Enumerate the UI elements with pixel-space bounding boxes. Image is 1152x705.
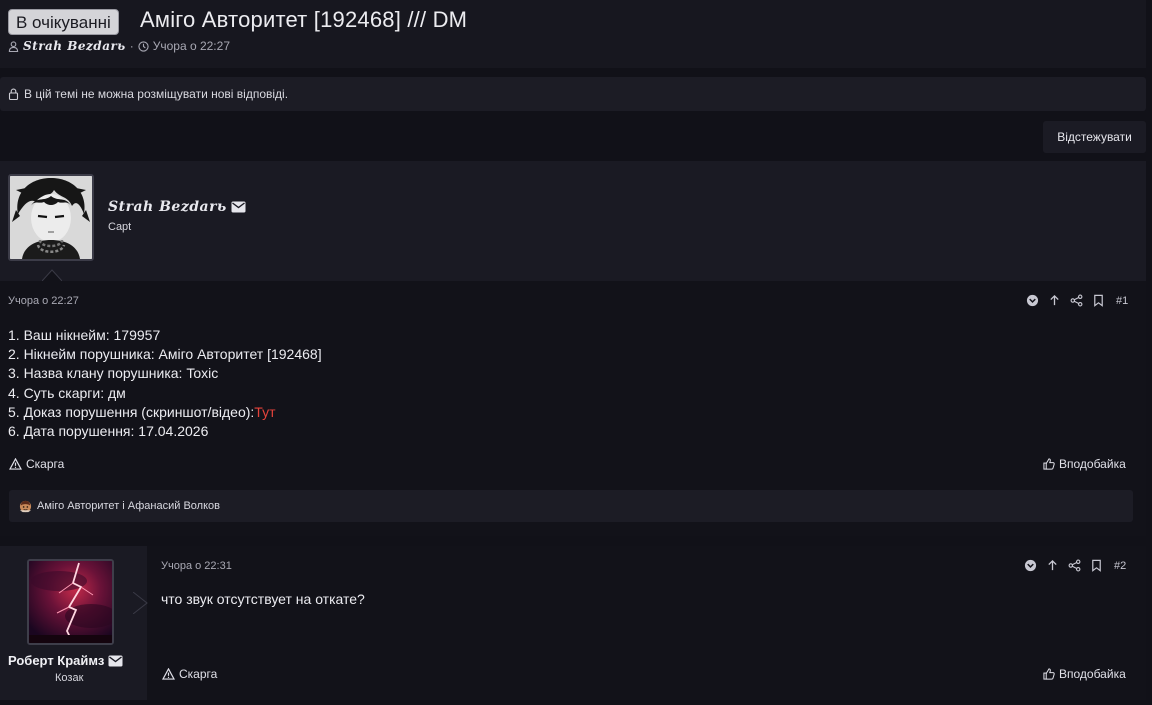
avatar[interactable] <box>27 559 114 645</box>
post-1-line-1: 1. Ваш нікнейм: 179957 <box>8 327 161 343</box>
arrow-up-icon[interactable] <box>1046 559 1059 572</box>
post-2-like-button[interactable]: Вподобайка <box>1043 667 1126 681</box>
thumbs-up-icon <box>1043 668 1055 680</box>
meta-separator: · <box>129 39 134 53</box>
post-1-report-label: Скарга <box>26 457 65 471</box>
post-2-report-label: Скарга <box>179 667 218 681</box>
avatar[interactable] <box>8 174 94 261</box>
envelope-icon[interactable] <box>231 201 246 213</box>
reactions-bar[interactable]: Аміго Авторитет і Афанасий Волков <box>9 490 1133 522</box>
post-2-like-label: Вподобайка <box>1059 667 1126 681</box>
reaction-emoji-icon <box>19 500 32 513</box>
post-1-user-panel <box>0 161 1146 281</box>
post-1-report-button[interactable]: Скарга <box>9 457 64 471</box>
evidence-link[interactable]: Тут <box>254 404 275 420</box>
user-panel-arrow <box>133 592 148 614</box>
post-1-like-button[interactable]: Вподобайка <box>1043 457 1126 471</box>
thread-date-link[interactable]: Учора о 22:27 <box>153 39 230 53</box>
arrow-up-icon[interactable] <box>1048 294 1061 307</box>
thread-author-link[interactable]: Strah Bezdarь <box>23 39 126 53</box>
follow-button[interactable]: Відстежувати <box>1043 121 1146 153</box>
thumbs-up-icon <box>1043 458 1055 470</box>
post-2-username-row: Роберт Краймз <box>8 653 123 668</box>
post-2-content: что звук отсутствует на откате? <box>161 591 365 607</box>
share-icon[interactable] <box>1068 559 1081 572</box>
user-icon <box>8 40 19 52</box>
post-1-like-label: Вподобайка <box>1059 457 1126 471</box>
share-icon[interactable] <box>1070 294 1083 307</box>
locked-notice: В цій темі не можна розміщувати нові від… <box>0 77 1146 111</box>
post-2-user-title: Козак <box>55 672 84 684</box>
post-1-content: 1. Ваш нікнейм: 179957 2. Нікнейм порушн… <box>8 326 322 441</box>
post-1-line-4: 4. Суть скарги: дм <box>8 384 126 401</box>
thread-title: Аміго Авторитет [192468] /// DM <box>140 7 468 32</box>
reactions-text[interactable]: Аміго Авторитет і Афанасий Волков <box>37 500 220 512</box>
post-2-number[interactable]: #2 <box>1114 560 1126 572</box>
warning-icon <box>9 458 22 470</box>
status-prefix-badge[interactable]: В очікуванні <box>8 9 119 35</box>
clock-icon <box>138 40 149 52</box>
bookmark-icon[interactable] <box>1092 294 1105 307</box>
post-1-username[interactable]: Strah Bezdarь <box>108 199 227 215</box>
post-1-user-title: Capt <box>108 221 132 233</box>
post-2-date[interactable]: Учора о 22:31 <box>161 560 232 572</box>
post-1-actions: #1 <box>1026 294 1128 307</box>
bookmark-icon[interactable] <box>1090 559 1103 572</box>
warning-icon <box>162 668 175 680</box>
chevron-down-circle-icon[interactable] <box>1026 294 1039 307</box>
chevron-down-circle-icon[interactable] <box>1024 559 1037 572</box>
post-1-line-3: 3. Назва клану порушника: Toxic <box>8 365 219 382</box>
post-1-line-5: 5. Доказ порушення (скриншот/відео):Тут <box>8 403 322 422</box>
post-1-line-2: 2. Нікнейм порушника: Аміго Авторитет [1… <box>8 346 322 363</box>
post-1-line-5-text: 5. Доказ порушення (скриншот/відео): <box>8 403 255 420</box>
post-2-username[interactable]: Роберт Краймз <box>8 653 104 668</box>
post-2-actions: #2 <box>1024 559 1126 572</box>
post-1-line-6: 6. Дата порушення: 17.04.2026 <box>8 423 209 440</box>
post-1-number[interactable]: #1 <box>1116 295 1128 307</box>
user-panel-arrow <box>42 269 62 282</box>
post-1-date[interactable]: Учора о 22:27 <box>8 295 79 307</box>
post-1-username-row: Strah Bezdarь <box>108 199 246 215</box>
lock-icon <box>8 88 19 100</box>
envelope-icon[interactable] <box>108 655 123 667</box>
post-2-report-button[interactable]: Скарга <box>162 667 217 681</box>
post-2-body <box>147 546 1146 700</box>
thread-meta: Strah Bezdarь · Учора о 22:27 <box>8 39 230 53</box>
locked-notice-text: В цій темі не можна розміщувати нові від… <box>24 87 289 101</box>
